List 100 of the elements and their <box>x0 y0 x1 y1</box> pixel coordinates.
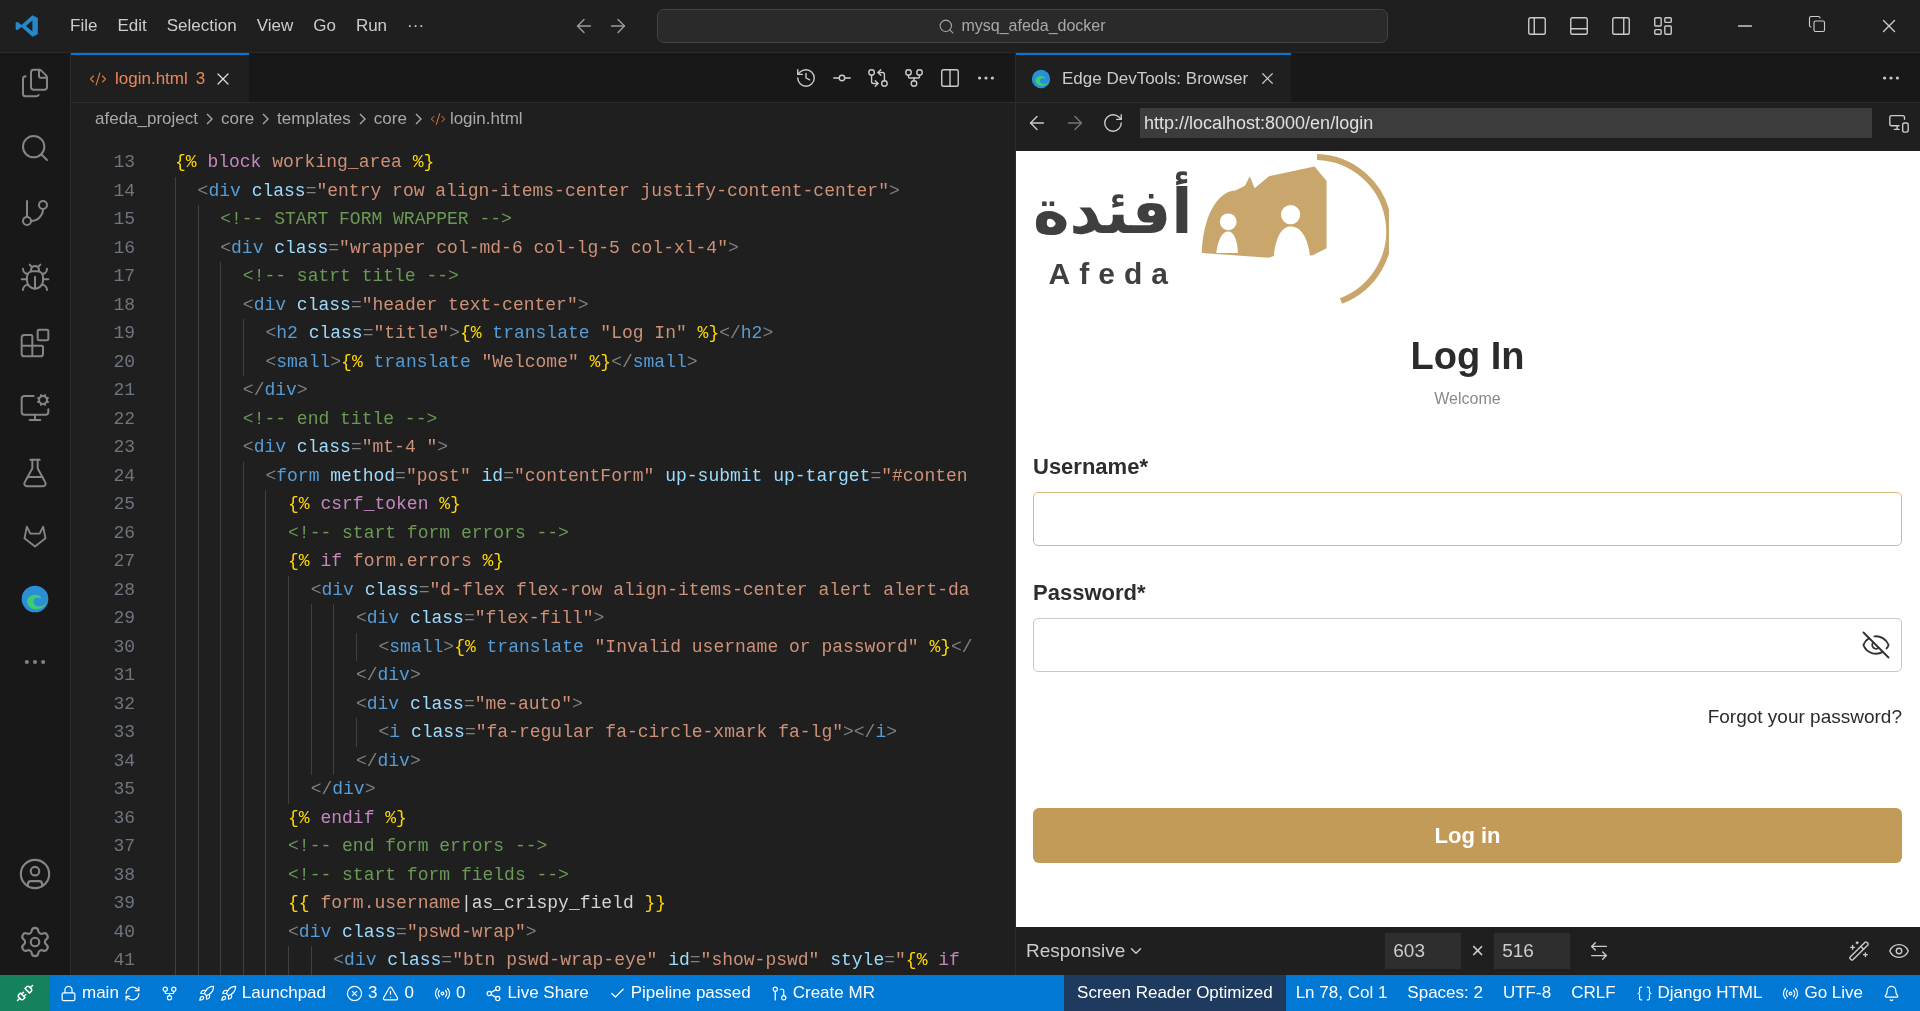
compare-icon[interactable] <box>867 66 889 89</box>
code-line: {{ form.username|as_crispy_field }} <box>175 889 667 918</box>
line-number: 21 <box>112 380 135 401</box>
line-number: 33 <box>112 722 135 743</box>
plug-icon <box>16 984 34 1002</box>
command-search-field[interactable]: mysq_afeda_docker <box>656 9 1388 43</box>
code-line: <h2 class="title">{% translate "Log In" %}</h2> <box>175 319 774 348</box>
breadcrumb-item[interactable]: templates <box>277 109 351 129</box>
logo-arabic-text: أفئدة <box>1033 167 1193 257</box>
live-share-status[interactable]: Live Share <box>475 983 599 1003</box>
menu-item[interactable]: ··· <box>397 10 435 42</box>
code-line: <div class="btn pswd-wrap-eye" id="show-pswd" style="{% if <box>175 946 960 975</box>
panel-bottom-icon[interactable] <box>1568 15 1590 37</box>
menu-item[interactable]: File <box>60 10 108 42</box>
wand-icon[interactable] <box>1848 940 1870 962</box>
width-field[interactable]: 603 <box>1385 933 1462 969</box>
layout-icon[interactable] <box>1652 15 1674 37</box>
files-icon[interactable] <box>19 67 51 99</box>
code-line: <!-- satrt title --> <box>175 262 459 291</box>
git-graph-icon[interactable] <box>903 66 925 89</box>
line-number: 30 <box>112 636 135 657</box>
screencast-icon[interactable] <box>1888 112 1910 134</box>
app-logo-icon[interactable] <box>14 13 40 39</box>
remote-explorer-icon[interactable] <box>19 392 51 424</box>
breadcrumb-item[interactable]: core <box>373 109 407 129</box>
go-live-status[interactable]: Go Live <box>1772 983 1873 1003</box>
line-number: 36 <box>112 807 135 828</box>
extensions-icon[interactable] <box>19 327 51 359</box>
menu-item[interactable]: Selection <box>156 10 247 42</box>
language-status[interactable]: Django HTML <box>1625 983 1773 1003</box>
braces-icon <box>1635 984 1653 1002</box>
line-number: 18 <box>112 294 135 315</box>
line-number: 24 <box>112 465 135 486</box>
breadcrumb-item[interactable]: login.html <box>449 109 523 129</box>
line-number: 13 <box>112 152 135 173</box>
launchpad-status[interactable]: Launchpad <box>187 983 336 1003</box>
field-label: Username* <box>1033 454 1148 480</box>
branch-status[interactable]: main <box>50 983 151 1003</box>
menu-item[interactable]: View <box>246 10 304 42</box>
sync-icon <box>123 984 141 1002</box>
history-icon[interactable] <box>795 66 817 89</box>
menu-item[interactable]: Go <box>303 10 346 42</box>
pipeline-status[interactable]: Pipeline passed <box>598 983 761 1003</box>
line-number: 34 <box>112 750 135 771</box>
height-field[interactable]: 516 <box>1494 933 1571 969</box>
eye-off-icon[interactable] <box>1861 630 1891 660</box>
editor-tab[interactable]: login.html 3 <box>71 53 250 102</box>
merge-request-icon <box>770 984 788 1002</box>
line-number: 17 <box>112 266 135 287</box>
debug-icon[interactable] <box>19 262 51 294</box>
panel-left-icon[interactable] <box>1526 15 1548 37</box>
edge-browser-icon[interactable] <box>19 583 51 615</box>
panel-right-icon[interactable] <box>1610 15 1632 37</box>
page-title: Log In <box>1410 335 1525 378</box>
edge-icon[interactable] <box>1030 67 1052 90</box>
cursor-position-status[interactable]: Ln 78, Col 1 <box>1285 983 1398 1003</box>
source-control-icon[interactable] <box>19 197 51 229</box>
forgot-password-link[interactable]: Forgot your password? <box>1707 706 1902 728</box>
url-field[interactable]: http://localhost:8000/en/login <box>1140 108 1872 138</box>
input-field[interactable] <box>1033 618 1902 672</box>
settings-icon[interactable] <box>18 925 52 959</box>
line-number: 16 <box>112 237 135 258</box>
screen-reader-status[interactable]: Screen Reader Optimized <box>1064 975 1286 1011</box>
line-number: 20 <box>112 351 135 372</box>
restore-icon[interactable] <box>1808 15 1826 33</box>
menu-item[interactable]: Run <box>345 10 398 42</box>
split-editor-icon[interactable] <box>939 66 961 89</box>
menu-item[interactable]: Edit <box>107 10 157 42</box>
code-line: </div> <box>175 661 421 690</box>
input-field[interactable] <box>1033 492 1902 546</box>
remote-button[interactable] <box>0 975 50 1011</box>
chevron-icon <box>206 113 214 125</box>
chevron-icon <box>414 113 422 125</box>
eol-status[interactable]: CRLF <box>1561 983 1626 1003</box>
breadcrumb-item[interactable]: core <box>221 109 255 129</box>
code-line: <div class="wrapper col-md-6 col-lg-5 col-xl-4"> <box>175 233 739 262</box>
html-file-icon[interactable] <box>89 69 107 88</box>
code-line: <div class="flex-fill"> <box>175 604 605 633</box>
ports-status[interactable]: 0 <box>423 983 476 1003</box>
search-icon[interactable] <box>19 132 51 164</box>
html-file-icon <box>429 111 446 127</box>
code-line: {% endif %} <box>175 803 407 832</box>
code-line: <!-- end form errors --> <box>175 832 548 861</box>
line-number: 15 <box>112 209 135 230</box>
create-mr-status[interactable]: Create MR <box>760 983 885 1003</box>
logo-text: Afeda <box>1048 256 1177 291</box>
reload-icon[interactable] <box>1102 112 1124 134</box>
line-number: 27 <box>112 551 135 572</box>
browser-tab[interactable]: Edge DevTools: Browser <box>1016 53 1292 102</box>
device-mode-dropdown[interactable]: Responsive <box>1026 940 1146 962</box>
account-icon[interactable] <box>18 857 52 891</box>
indent-status[interactable]: Spaces: 2 <box>1397 983 1493 1003</box>
chevron-icon <box>358 113 366 125</box>
line-number: 35 <box>112 779 135 800</box>
line-number: 19 <box>112 323 135 344</box>
breadcrumb-item[interactable]: afeda_project <box>95 109 199 129</box>
problems-status[interactable]: 3 0 <box>336 983 424 1003</box>
bell-icon <box>1883 984 1900 1002</box>
encoding-status[interactable]: UTF-8 <box>1492 983 1562 1003</box>
lock-icon <box>60 984 77 1002</box>
